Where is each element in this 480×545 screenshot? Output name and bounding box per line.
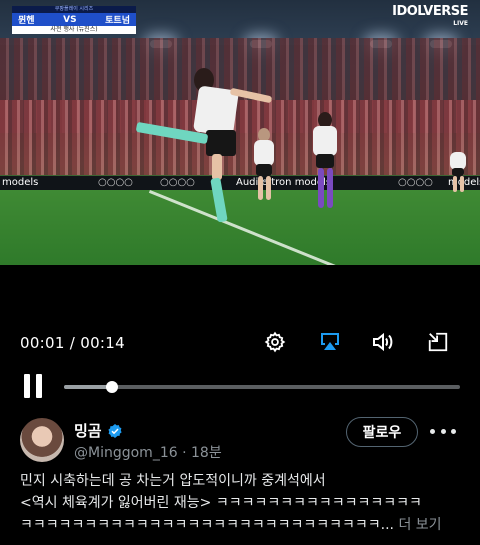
tweet-text-line: 민지 시축하는데 공 차는거 압도적이니까 중계석에서 [20,473,326,489]
verified-badge-icon [108,423,122,438]
home-team: 뮌헨 [18,16,35,26]
live-badge: LIVE [453,20,468,27]
scoreboard-header: 쿠팡플레이 시리즈 [12,6,136,13]
volume-icon [373,332,393,352]
display-name-row[interactable]: 밍곰 [74,420,123,441]
airplay-icon [321,333,339,350]
timestamp[interactable]: 18분 [191,445,222,461]
player [250,128,280,208]
tweet-text: 민지 시축하는데 공 차는거 압도적이니까 중계석에서 <역시 체육계가 잃어버… [20,470,470,536]
handle[interactable]: @Minggom_16 [74,445,178,461]
tweet-text-line-last: ㅋㅋㅋㅋㅋㅋㅋㅋㅋㅋㅋㅋㅋㅋㅋㅋㅋㅋㅋㅋㅋㅋㅋㅋㅋㅋㅋㅋ... 더 보기 [20,514,470,536]
more-options-button[interactable] [430,421,456,441]
away-team: 토트넘 [105,16,130,26]
time-separator: / [64,334,81,352]
scoreboard-teams: 뮌헨 VS 토트넘 [12,13,136,26]
progress-fill [64,385,112,389]
see-more-link[interactable]: 더 보기 [398,517,441,533]
video-frame[interactable]: models ○○○○ ○○○○ Audi e-tron models ○○○○… [0,0,480,265]
handle-row: @Minggom_16 · 18분 [74,442,222,462]
scoreboard-overlay: 쿠팡플레이 시리즈 뮌헨 VS 토트넘 사전 행사 (뉴진스) [12,6,136,34]
avatar[interactable] [20,418,64,462]
progress-knob[interactable] [105,381,118,393]
player [308,112,342,212]
exit-fullscreen-button[interactable] [426,330,450,354]
tweet-text-truncated: ㅋㅋㅋㅋㅋㅋㅋㅋㅋㅋㅋㅋㅋㅋㅋㅋㅋㅋㅋㅋㅋㅋㅋㅋㅋㅋㅋㅋ... [20,517,394,533]
ad-text: models [2,177,39,188]
current-time: 00:01 [20,334,65,352]
player [448,146,470,196]
audi-rings-icon: ○○○○ [398,177,433,188]
channel-logo-text: IDOLVERSE [392,4,468,19]
audi-rings-icon: ○○○○ [98,177,133,188]
settings-icon [264,331,286,353]
duration: 00:14 [80,334,125,352]
more-icon [430,428,435,434]
volume-button[interactable] [371,330,395,354]
progress-bar[interactable] [64,381,460,393]
pause-button[interactable] [22,374,44,398]
versus-label: VS [63,14,77,25]
channel-logo: IDOLVERSE LIVE [392,4,468,30]
display-name[interactable]: 밍곰 [74,420,102,441]
airplay-button[interactable] [318,330,342,354]
settings-button[interactable] [263,330,287,354]
dot-separator: · [177,445,191,461]
tweet-text-line: <역시 체육계가 잃어버린 재능> ㅋㅋㅋㅋㅋㅋㅋㅋㅋㅋㅋㅋㅋㅋㅋㅋ [20,495,422,511]
time-display: 00:01 / 00:14 [20,334,125,352]
follow-button[interactable]: 팔로우 [346,417,418,447]
scoreboard-subtitle: 사전 행사 (뉴진스) [12,26,136,34]
exit-fullscreen-icon [428,332,448,352]
